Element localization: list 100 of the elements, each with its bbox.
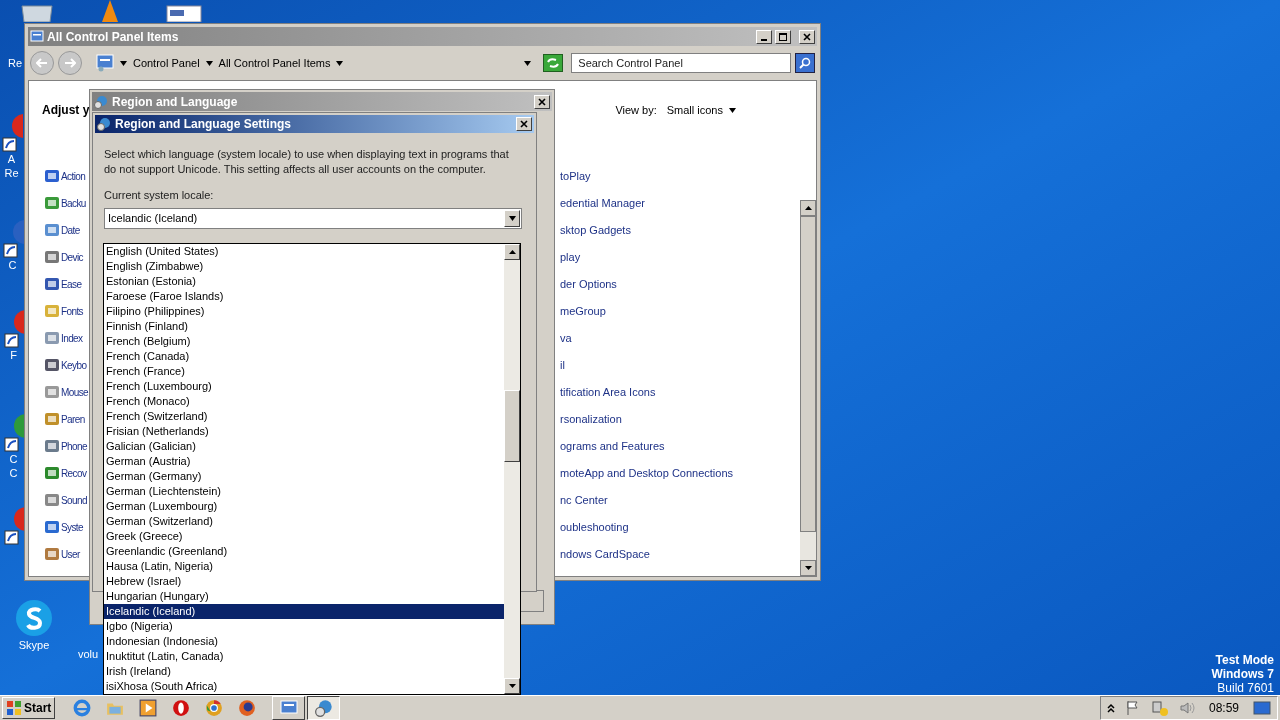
control-panel-item[interactable]: Index xyxy=(61,330,83,346)
locale-option[interactable]: German (Germany) xyxy=(104,469,504,484)
breadcrumb-caret-icon xyxy=(119,60,127,66)
control-panel-item[interactable]: il xyxy=(560,357,800,373)
flag-icon[interactable] xyxy=(1124,700,1141,716)
refresh-button[interactable] xyxy=(543,54,564,72)
control-panel-item[interactable]: play xyxy=(560,249,800,265)
document-icon[interactable] xyxy=(166,5,202,22)
locale-option[interactable]: isiXhosa (South Africa) xyxy=(104,679,504,694)
shortcut-icon[interactable] xyxy=(2,308,25,348)
locale-option[interactable]: German (Luxembourg) xyxy=(104,499,504,514)
opera-icon[interactable] xyxy=(172,699,191,717)
locale-option[interactable]: Greenlandic (Greenland) xyxy=(104,544,504,559)
control-panel-item[interactable]: oubleshooting xyxy=(560,519,800,535)
control-panel-item[interactable]: sktop Gadgets xyxy=(560,222,800,238)
control-panel-item[interactable]: meGroup xyxy=(560,303,800,319)
control-panel-item[interactable]: va xyxy=(560,330,800,346)
locale-option[interactable]: Hausa (Latin, Nigeria) xyxy=(104,559,504,574)
locale-option[interactable]: German (Switzerland) xyxy=(104,514,504,529)
control-panel-item[interactable]: Backu xyxy=(61,195,86,211)
control-panel-item[interactable]: Paren xyxy=(61,411,85,427)
locale-option[interactable]: Hungarian (Hungary) xyxy=(104,589,504,604)
shortcut-icon[interactable] xyxy=(2,505,25,545)
locale-option[interactable]: German (Liechtenstein) xyxy=(104,484,504,499)
control-panel-item[interactable]: tification Area Icons xyxy=(560,384,800,400)
scrollbar[interactable] xyxy=(800,200,816,576)
control-panel-item[interactable]: der Options xyxy=(560,276,800,292)
control-panel-item[interactable]: Phone xyxy=(61,438,87,454)
locale-option[interactable]: Igbo (Nigeria) xyxy=(104,619,504,634)
locale-option[interactable]: Irish (Ireland) xyxy=(104,664,504,679)
globe-icon xyxy=(94,94,108,109)
locale-option[interactable]: Filipino (Philippines) xyxy=(104,304,504,319)
locale-option[interactable]: English (United States) xyxy=(104,244,504,259)
search-button[interactable] xyxy=(795,53,815,73)
applet-icon xyxy=(44,276,60,292)
chevron-up-icon[interactable] xyxy=(1106,703,1115,713)
chrome-icon[interactable] xyxy=(205,699,224,717)
breadcrumb[interactable]: All Control Panel Items xyxy=(218,54,331,72)
skype-icon[interactable] xyxy=(14,598,54,638)
control-panel-item[interactable]: Devic xyxy=(61,249,83,265)
locale-option[interactable]: Frisian (Netherlands) xyxy=(104,424,504,439)
close-button[interactable] xyxy=(534,94,550,109)
control-panel-item[interactable]: Mouse xyxy=(61,384,88,400)
control-panel-item[interactable]: User xyxy=(61,546,80,562)
locale-dropdown[interactable]: Icelandic (Iceland) xyxy=(104,207,522,229)
control-panel-item[interactable]: toPlay xyxy=(560,168,800,184)
locale-option[interactable]: Estonian (Estonia) xyxy=(104,274,504,289)
view-by-dropdown[interactable]: Small icons xyxy=(666,101,736,119)
locale-option[interactable]: Faroese (Faroe Islands) xyxy=(104,289,504,304)
forward-button[interactable] xyxy=(57,51,82,75)
locale-option[interactable]: Indonesian (Indonesia) xyxy=(104,634,504,649)
control-panel-item[interactable]: Recov xyxy=(61,465,87,481)
address-bar[interactable]: Control Panel All Control Panel Items xyxy=(93,52,534,74)
locale-option[interactable]: French (Monaco) xyxy=(104,394,504,409)
shortcut-icon[interactable] xyxy=(1,218,24,258)
control-panel-item[interactable]: Date xyxy=(61,222,80,238)
locale-option[interactable]: Finnish (Finland) xyxy=(104,319,504,334)
cone-icon[interactable] xyxy=(100,0,120,22)
control-panel-item[interactable]: Fonts xyxy=(61,303,83,319)
clock[interactable]: 08:59 xyxy=(1204,699,1243,717)
locale-option[interactable]: Greek (Greece) xyxy=(104,529,504,544)
internet-explorer-icon[interactable] xyxy=(73,699,92,717)
maximize-button[interactable] xyxy=(775,29,791,44)
control-panel-item[interactable]: Syste xyxy=(61,519,83,535)
control-panel-item[interactable]: Keybo xyxy=(61,357,87,373)
control-panel-item[interactable]: ograms and Features xyxy=(560,438,800,454)
locale-option[interactable]: Galician (Galician) xyxy=(104,439,504,454)
locale-option[interactable]: Icelandic (Iceland) xyxy=(104,604,504,619)
minimize-button[interactable] xyxy=(756,29,772,44)
search-field[interactable]: Search Control Panel xyxy=(571,53,791,73)
close-icon xyxy=(538,97,546,106)
scroll-thumb[interactable] xyxy=(504,390,520,462)
control-panel-item[interactable]: nc Center xyxy=(560,492,800,508)
breadcrumb[interactable]: Control Panel xyxy=(132,54,200,72)
control-panel-item[interactable]: ndows CardSpace xyxy=(560,546,800,562)
control-panel-item[interactable]: rsonalization xyxy=(560,411,800,427)
locale-option[interactable]: German (Austria) xyxy=(104,454,504,469)
control-panel-item[interactable]: moteApp and Desktop Connections xyxy=(560,465,800,481)
locale-option[interactable]: French (Luxembourg) xyxy=(104,379,504,394)
media-player-icon[interactable] xyxy=(139,699,158,717)
locale-option[interactable]: French (France) xyxy=(104,364,504,379)
locale-option[interactable]: French (Belgium) xyxy=(104,334,504,349)
locale-option[interactable]: Hebrew (Israel) xyxy=(104,574,504,589)
taskbar-button[interactable] xyxy=(307,696,341,720)
start-button[interactable]: Start xyxy=(2,697,56,719)
locale-option[interactable]: Inuktitut (Latin, Canada) xyxy=(104,649,504,664)
close-button[interactable] xyxy=(516,117,532,131)
shortcut-icon[interactable] xyxy=(0,112,23,152)
close-button[interactable] xyxy=(799,29,815,44)
control-panel-item[interactable]: Ease xyxy=(61,276,82,292)
scrollbar[interactable] xyxy=(504,244,520,694)
locale-option[interactable]: French (Switzerland) xyxy=(104,409,504,424)
locale-option[interactable]: English (Zimbabwe) xyxy=(104,259,504,274)
locale-option[interactable]: French (Canada) xyxy=(104,349,504,364)
control-panel-item[interactable]: edential Manager xyxy=(560,195,800,211)
control-panel-item[interactable]: Action xyxy=(61,168,86,184)
control-panel-item[interactable]: Sound xyxy=(61,492,87,508)
back-button[interactable] xyxy=(30,51,54,75)
shortcut-icon[interactable] xyxy=(2,412,25,452)
firefox-icon[interactable] xyxy=(238,699,257,717)
